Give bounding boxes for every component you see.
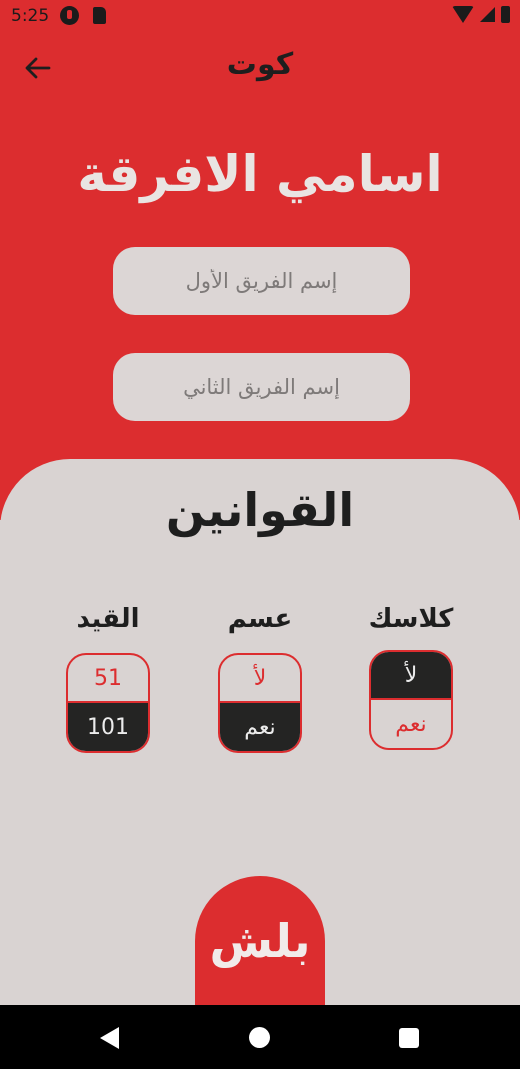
limit-toggle: 51 101 (66, 653, 150, 753)
limit-option-51[interactable]: 51 (68, 655, 148, 703)
signal-icon (480, 7, 495, 22)
team1-name-input[interactable] (113, 247, 410, 315)
battery-icon (501, 6, 510, 23)
classic-label: كلاسك (368, 604, 454, 634)
asam-option-yes[interactable]: نعم (220, 703, 300, 751)
status-time: 5:25 (11, 6, 50, 26)
system-nav-bar (0, 1005, 520, 1069)
wifi-icon (452, 6, 474, 23)
classic-option-yes[interactable]: نعم (371, 700, 451, 748)
nav-back-icon[interactable] (100, 1027, 119, 1049)
asam-label: عسم (227, 604, 293, 634)
asam-toggle: لأ نعم (218, 653, 302, 753)
status-bar: 5:25 (0, 0, 520, 34)
classic-option-no[interactable]: لأ (371, 652, 451, 700)
rules-title: القوانين (165, 483, 355, 537)
status-icons (452, 6, 510, 23)
nav-recents-icon[interactable] (399, 1028, 419, 1048)
notification-app-icon (60, 6, 79, 25)
limit-option-101[interactable]: 101 (68, 703, 148, 751)
start-button-label: بلش (209, 914, 311, 968)
classic-toggle: لأ نعم (369, 650, 453, 750)
asam-option-no[interactable]: لأ (220, 655, 300, 703)
limit-label: القيد (76, 604, 140, 634)
nav-home-icon[interactable] (249, 1027, 270, 1048)
app-title: كوت (226, 47, 294, 82)
teams-heading: اسامي الافرقة (77, 145, 443, 203)
team2-name-input[interactable] (113, 353, 410, 421)
sd-card-icon (93, 7, 106, 24)
